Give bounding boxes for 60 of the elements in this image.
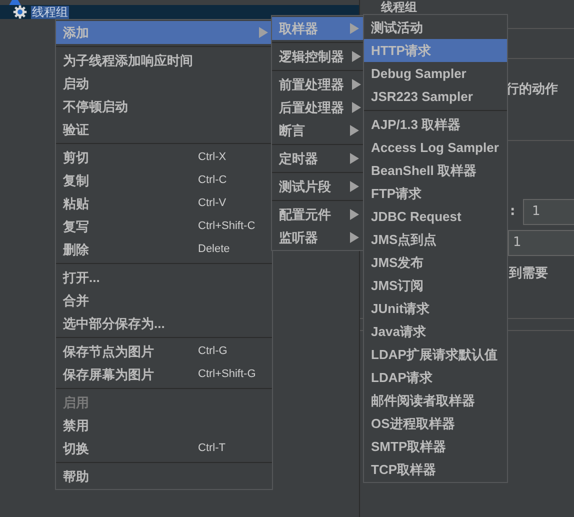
menu-item[interactable]: 验证 (56, 118, 272, 141)
menu-item[interactable]: 禁用 (56, 414, 272, 437)
shortcut-text: Ctrl-C (198, 173, 228, 188)
shortcut-text: Ctrl-V (198, 196, 228, 212)
menu-item[interactable]: 剪切 Ctrl-X (56, 146, 272, 169)
menu-item[interactable]: SMTP取样器 (364, 435, 507, 458)
menu-item[interactable]: 复制 Ctrl-C (56, 169, 272, 192)
menu-item[interactable]: 前置处理器 (272, 73, 363, 96)
menu-item[interactable]: 启动 (56, 72, 272, 95)
menu-item[interactable]: Java请求 (364, 320, 507, 343)
menu-item[interactable]: TCP取样器 (364, 458, 507, 481)
shortcut-text: Ctrl+Shift-G (198, 367, 257, 382)
menu-item[interactable]: 后置处理器 (272, 96, 363, 119)
input-field[interactable]: 1 (508, 230, 574, 256)
menu-item[interactable]: 测试片段 (272, 175, 363, 198)
gear-icon (13, 5, 27, 19)
menu-item[interactable]: AJP/1.3 取样器 (364, 113, 507, 136)
menu-item[interactable]: LDAP扩展请求默认值 (364, 343, 507, 366)
menu-item[interactable]: LDAP请求 (364, 366, 507, 389)
menu-item[interactable]: 切换 Ctrl-T (56, 437, 272, 460)
menu-item[interactable]: 不停顿启动 (56, 95, 272, 118)
menu-item[interactable]: 测试活动 (364, 16, 507, 39)
menu-item[interactable]: FTP请求 (364, 182, 507, 205)
shortcut-text: Ctrl-G (198, 344, 228, 360)
menu-item[interactable]: 邮件阅读者取样器 (364, 389, 507, 412)
menu-item[interactable]: 删除 Delete (56, 238, 272, 261)
input-field[interactable]: 1 (523, 199, 574, 225)
menu-item[interactable]: 复写 Ctrl+Shift-C (56, 215, 272, 238)
menu-item[interactable]: BeanShell 取样器 (364, 159, 507, 182)
menu-item[interactable]: 保存节点为图片 Ctrl-G (56, 340, 272, 363)
menu-item[interactable]: JDBC Request (364, 205, 507, 228)
menu-item[interactable]: JSR223 Sampler (364, 85, 507, 108)
menu-item[interactable]: 逻辑控制器 (272, 45, 363, 68)
shortcut-text: Ctrl-X (198, 150, 228, 166)
menu-item[interactable]: JMS发布 (364, 251, 507, 274)
menu-item[interactable]: JUnit请求 (364, 297, 507, 320)
menu-item[interactable]: 断言 (272, 119, 363, 142)
menu-item[interactable]: JMS订阅 (364, 274, 507, 297)
shortcut-text: Ctrl-T (198, 441, 226, 456)
shortcut-text: Ctrl+Shift-C (198, 219, 256, 234)
menu-item[interactable]: 保存屏幕为图片 Ctrl+Shift-G (56, 363, 272, 386)
menu-item[interactable]: 配置元件 (272, 203, 363, 226)
menu-item[interactable]: 选中部分保存为... (56, 312, 272, 335)
menu-item[interactable]: 打开... (56, 266, 272, 289)
menu-item[interactable]: Access Log Sampler (364, 136, 507, 159)
checkbox-label: 到需要 (509, 265, 548, 283)
menu-item[interactable]: 合并 (56, 289, 272, 312)
tree-row[interactable]: 线程组 (0, 5, 359, 19)
menu-item[interactable]: 定时器 (272, 147, 363, 170)
tree-label: 线程组 (31, 6, 69, 18)
field-label: : (510, 203, 516, 221)
menu-item[interactable]: JMS点到点 (364, 228, 507, 251)
menu-item[interactable]: 粘贴 Ctrl-V (56, 192, 272, 215)
panel-title: 线程组 (381, 1, 417, 13)
menu-item[interactable]: OS进程取样器 (364, 412, 507, 435)
menu-item[interactable]: 帮助 (56, 465, 272, 488)
shortcut-text: Delete (198, 242, 231, 258)
menu-item[interactable]: 为子线程添加响应时间 (56, 49, 272, 72)
menu-item[interactable]: 监听器 (272, 226, 363, 249)
menu-item[interactable]: Debug Sampler (364, 62, 507, 85)
